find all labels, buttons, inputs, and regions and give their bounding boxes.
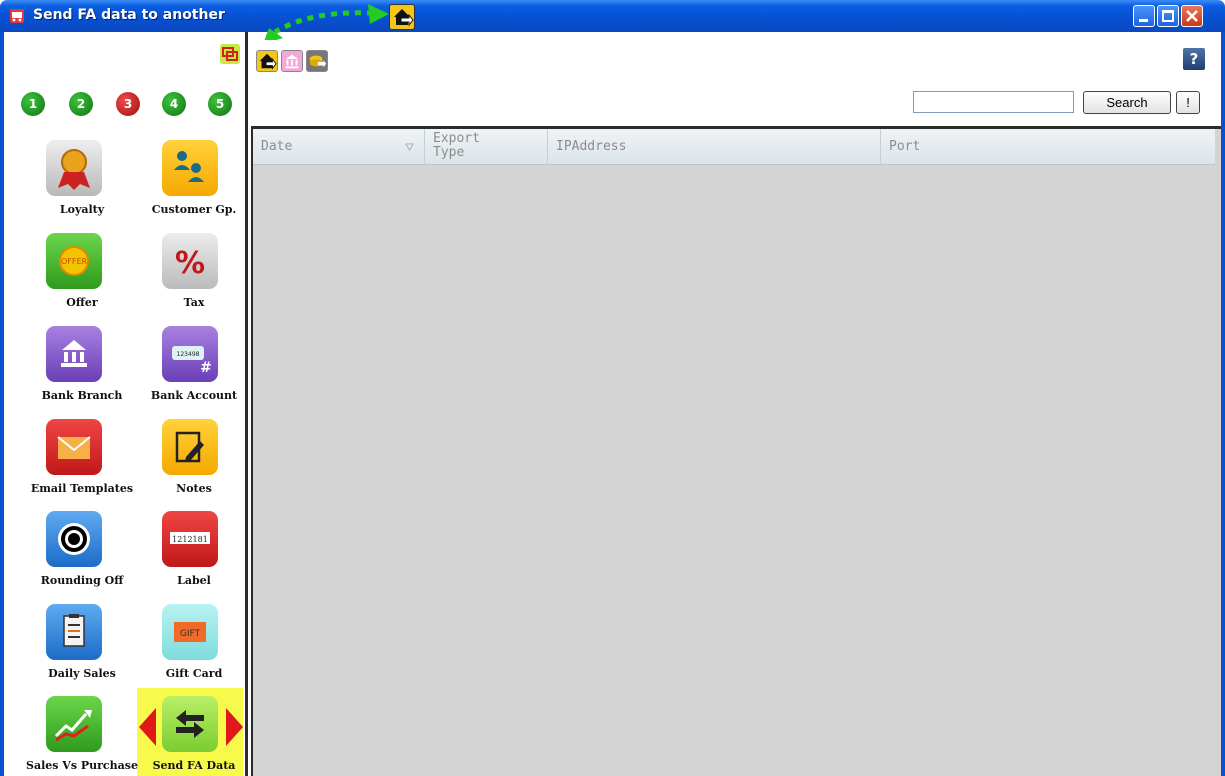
window-frame-right — [1221, 32, 1225, 776]
title-bar: Send FA data to another — [0, 0, 1225, 32]
percent-icon: % — [162, 233, 218, 289]
search-button[interactable]: Search — [1083, 91, 1171, 114]
step-2[interactable]: 2 — [69, 92, 93, 116]
svg-text:1212181: 1212181 — [172, 535, 208, 544]
sidebar-item-notes[interactable]: Notes — [122, 419, 232, 511]
sidebar-item-offer[interactable]: OFFER Offer — [4, 233, 114, 325]
sidebar-item-loyalty[interactable]: Loyalty — [4, 140, 114, 232]
toolbar-send-coins-button[interactable] — [306, 50, 328, 72]
ribbon-award-icon — [46, 140, 102, 196]
sidebar-item-rounding-off[interactable]: Rounding Off — [4, 511, 123, 603]
sidebar-item-email-templates[interactable]: Email Templates — [4, 419, 133, 511]
data-grid: Date Export Type IPAddress Port — [251, 126, 1221, 776]
barcode-label-icon: 1212181 — [162, 511, 218, 567]
sidebar-item-send-fa-data[interactable]: Send FA Data — [122, 696, 243, 776]
bank-building-icon — [46, 326, 102, 382]
gift-card-icon: GIFT — [162, 604, 218, 660]
window-title: Send FA data to another — [33, 7, 225, 23]
svg-text:GIFT: GIFT — [180, 629, 201, 639]
extra-search-button[interactable]: ! — [1176, 91, 1200, 114]
sidebar-item-label: Gift Card — [165, 667, 223, 680]
sidebar-item-label: Tax — [183, 296, 205, 309]
sidebar-item-gift-card[interactable]: GIFT Gift Card — [122, 604, 232, 696]
sidebar: 1 2 3 4 5 Loyalty Customer Gp. OFFER Off… — [4, 32, 248, 776]
column-header-date[interactable]: Date — [253, 129, 425, 165]
cart-app-icon — [10, 9, 24, 23]
sidebar-item-daily-sales[interactable]: Daily Sales — [4, 604, 116, 696]
target-icon — [46, 511, 102, 567]
sidebar-item-label: Send FA Data — [152, 759, 236, 772]
send-bank-icon — [285, 54, 299, 69]
sidebar-item-label: Notes — [176, 482, 212, 495]
envelope-icon — [46, 419, 102, 475]
maximize-button[interactable] — [1157, 5, 1179, 27]
column-header-port[interactable]: Port — [881, 129, 1215, 165]
account-card-icon: 123498 # — [162, 326, 218, 382]
search-input[interactable] — [913, 91, 1074, 113]
sidebar-item-sales-vs-purchase[interactable]: Sales Vs Purchase — [4, 696, 138, 776]
step-3[interactable]: 3 — [116, 92, 140, 116]
step-4[interactable]: 4 — [162, 92, 186, 116]
offer-badge-icon: OFFER — [46, 233, 102, 289]
close-icon — [1186, 10, 1198, 22]
toolbar-send-home-button[interactable] — [256, 50, 278, 72]
sidebar-toggle-button[interactable] — [220, 44, 240, 64]
transfer-arrows-icon — [162, 696, 218, 752]
windows-stack-icon — [222, 47, 238, 61]
send-coins-icon — [309, 55, 327, 68]
sidebar-item-label-item[interactable]: 1212181 Label — [122, 511, 232, 603]
help-button[interactable]: ? — [1183, 48, 1205, 70]
notepad-pencil-icon — [162, 419, 218, 475]
step-5[interactable]: 5 — [208, 92, 232, 116]
sidebar-item-bank-account[interactable]: 123498 # Bank Account — [122, 326, 237, 418]
sidebar-item-bank-branch[interactable]: Bank Branch — [4, 326, 122, 418]
clipboard-report-icon — [46, 604, 102, 660]
step-indicators: 1 2 3 4 5 — [4, 92, 248, 122]
selection-arrow-right-icon — [226, 708, 243, 746]
minimize-button[interactable] — [1133, 5, 1155, 27]
svg-text:%: % — [175, 246, 205, 281]
column-header-ipaddress[interactable]: IPAddress — [548, 129, 881, 165]
sidebar-item-label: Bank Account — [150, 389, 238, 402]
sidebar-item-customer-gp[interactable]: Customer Gp. — [122, 140, 236, 232]
svg-text:123498: 123498 — [177, 351, 200, 358]
sidebar-item-tax[interactable]: % Tax — [122, 233, 232, 325]
svg-text:OFFER: OFFER — [61, 257, 88, 266]
column-header-export-type[interactable]: Export Type — [425, 129, 548, 165]
close-button[interactable] — [1181, 5, 1203, 27]
grid-header: Date Export Type IPAddress Port — [253, 129, 1215, 165]
svg-text:#: # — [200, 360, 212, 376]
filter-icon[interactable] — [405, 143, 414, 152]
toolbar-area — [251, 40, 1221, 126]
send-home-icon — [259, 53, 277, 70]
people-group-icon — [162, 140, 218, 196]
step-1[interactable]: 1 — [21, 92, 45, 116]
sidebar-item-label: Customer Gp. — [151, 203, 237, 216]
sidebar-item-label: Label — [177, 574, 211, 587]
selection-arrow-left-icon — [139, 708, 156, 746]
toolbar-send-bank-button[interactable] — [281, 50, 303, 72]
trend-chart-icon — [46, 696, 102, 752]
